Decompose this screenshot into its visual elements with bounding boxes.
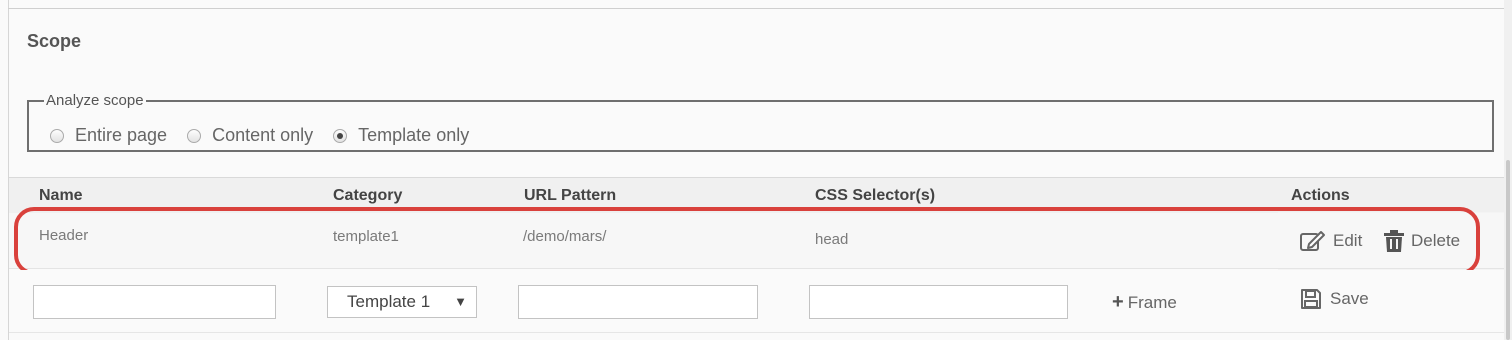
plus-icon: + xyxy=(1112,291,1124,313)
column-header-category: Category xyxy=(333,187,403,204)
analyze-scope-legend: Analyze scope xyxy=(46,92,144,109)
column-header-name: Name xyxy=(39,187,83,204)
category-selected-value: Template 1 xyxy=(347,292,431,311)
analyze-scope-group: Analyze scope Entire page Content only T… xyxy=(27,92,1494,152)
top-divider xyxy=(8,8,1504,9)
radio-label: Content only xyxy=(212,125,314,145)
scope-radio-group: Entire page Content only Template only xyxy=(50,125,489,146)
radio-button-selected[interactable] xyxy=(333,128,348,143)
category-select[interactable]: Template 1 ▼ xyxy=(327,286,477,318)
dropdown-arrow-icon: ▼ xyxy=(454,294,467,309)
column-header-actions: Actions xyxy=(1291,187,1350,204)
section-title: Scope xyxy=(27,31,82,51)
frame-label: Frame xyxy=(1127,292,1177,312)
add-frame-button[interactable]: + Frame xyxy=(1112,291,1177,314)
column-header-css-selector: CSS Selector(s) xyxy=(815,187,936,204)
row-highlight-annotation xyxy=(14,207,1480,275)
save-icon xyxy=(1301,289,1321,309)
scrollbar-thumb[interactable] xyxy=(1506,160,1510,340)
radio-button[interactable] xyxy=(187,128,202,143)
radio-content-only[interactable]: Content only xyxy=(187,125,313,146)
radio-template-only[interactable]: Template only xyxy=(333,125,469,146)
css-selector-input[interactable] xyxy=(809,285,1068,319)
radio-label: Entire page xyxy=(75,125,168,145)
column-header-url-pattern: URL Pattern xyxy=(524,187,617,204)
radio-label: Template only xyxy=(358,125,470,145)
url-pattern-input[interactable] xyxy=(518,285,758,319)
radio-entire-page[interactable]: Entire page xyxy=(50,125,167,146)
save-button[interactable]: Save xyxy=(1300,288,1369,310)
name-input[interactable] xyxy=(33,285,276,319)
save-label: Save xyxy=(1330,289,1369,308)
radio-button[interactable] xyxy=(50,128,64,143)
